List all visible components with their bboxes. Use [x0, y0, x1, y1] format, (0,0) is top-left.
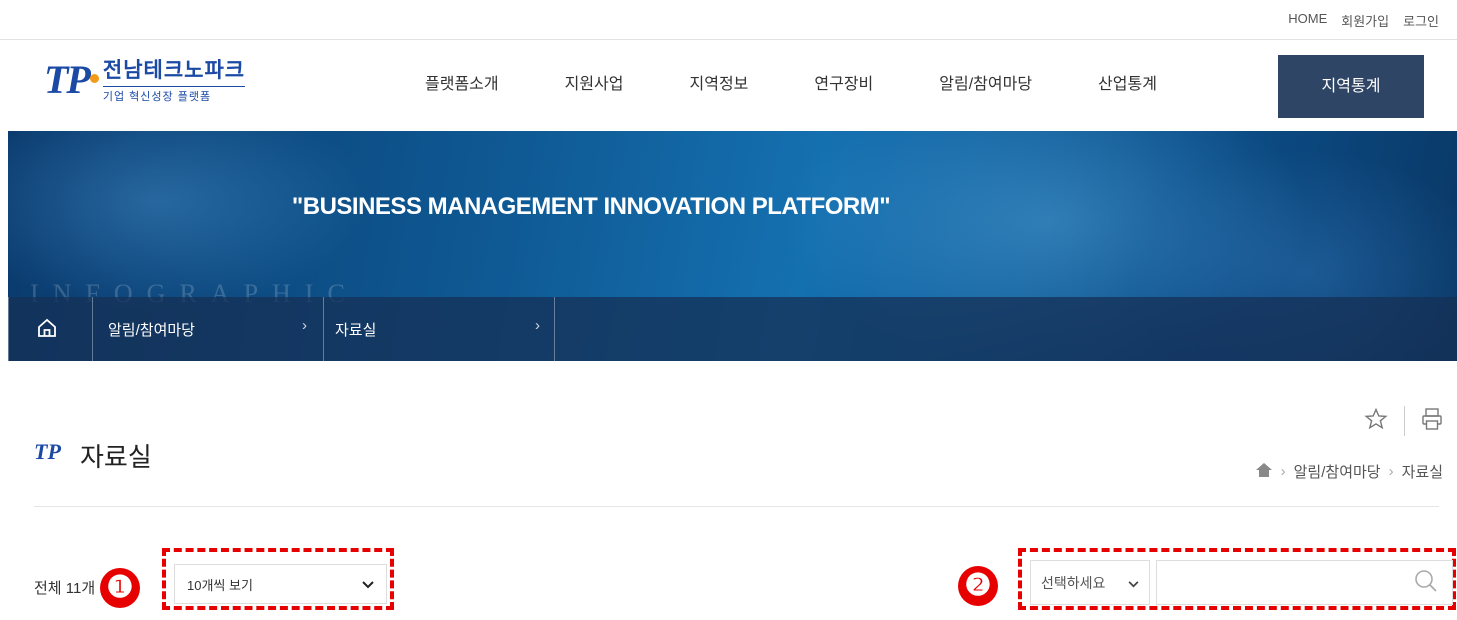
logo-mark: TP	[44, 56, 99, 103]
tool-divider	[1404, 406, 1405, 436]
nav-platform-intro[interactable]: 플랫폼소개	[392, 40, 532, 130]
logo-title: 전남테크노파크	[102, 59, 246, 82]
annotation-badge-1: ❶	[100, 568, 140, 608]
star-icon[interactable]	[1364, 407, 1388, 436]
home-icon[interactable]	[1255, 462, 1273, 482]
annotation-badge-2: ❷	[958, 566, 998, 606]
main-nav: 플랫폼소개 지원사업 지역정보 연구장비 알림/참여마당 산업통계 지역통계	[392, 40, 1424, 130]
signup-link[interactable]: 회원가입	[1341, 11, 1389, 30]
search-field-select[interactable]: 선택하세요	[1030, 560, 1150, 605]
search-icon[interactable]	[1413, 568, 1443, 598]
page-size-value: 10개씩 보기	[187, 577, 253, 593]
chevron-right-icon: ›	[302, 317, 307, 334]
site-header: TP 전남테크노파크 기업 혁신성장 플랫폼 플랫폼소개 지원사업 지역정보 연…	[0, 40, 1457, 131]
total-count: 전체 11개	[34, 580, 96, 597]
breadcrumb-notice[interactable]: 알림/참여마당	[108, 319, 195, 340]
nav-industry-statistics[interactable]: 산업통계	[1065, 40, 1190, 130]
login-link[interactable]: 로그인	[1403, 11, 1439, 30]
location-archive[interactable]: 자료실	[1402, 461, 1443, 482]
location-notice[interactable]: 알림/참여마당	[1294, 461, 1381, 482]
nav-support-projects[interactable]: 지원사업	[532, 40, 657, 130]
banner-slogan: "BUSINESS MANAGEMENT INNOVATION PLATFORM…	[291, 193, 891, 220]
page-size-select[interactable]: 10개씩 보기	[174, 564, 387, 604]
home-link[interactable]: HOME	[1288, 11, 1327, 30]
nav-regional-info[interactable]: 지역정보	[657, 40, 782, 130]
chevron-right-icon: ›	[1388, 463, 1394, 480]
utility-links: HOME 회원가입 로그인	[1288, 11, 1439, 30]
site-logo[interactable]: TP 전남테크노파크 기업 혁신성장 플랫폼	[44, 54, 246, 104]
page-tools	[1364, 406, 1443, 436]
chevron-right-icon: ›	[535, 317, 540, 334]
chevron-right-icon: ›	[1280, 463, 1286, 480]
breadcrumb-archive[interactable]: 자료실	[335, 319, 376, 340]
divider	[34, 506, 1439, 507]
home-icon[interactable]	[36, 317, 96, 361]
tp-logo-icon: TP	[34, 439, 61, 464]
banner-breadcrumb: 알림/참여마당 › 자료실 ›	[8, 297, 1457, 361]
search-field-value: 선택하세요	[1041, 574, 1106, 591]
nav-notice-participation[interactable]: 알림/참여마당	[906, 40, 1065, 130]
print-icon[interactable]	[1421, 407, 1443, 436]
search-input[interactable]	[1156, 560, 1453, 605]
nav-research-equipment[interactable]: 연구장비	[781, 40, 906, 130]
chevron-down-icon	[1128, 575, 1139, 591]
nav-regional-statistics[interactable]: 지역통계	[1278, 55, 1424, 118]
page-title: 자료실	[80, 442, 152, 472]
utility-bar: HOME 회원가입 로그인	[0, 0, 1457, 40]
logo-subtitle: 기업 혁신성장 플랫폼	[102, 86, 246, 104]
chevron-down-icon	[362, 577, 374, 592]
logo-text: 전남테크노파크 기업 혁신성장 플랫폼	[102, 54, 246, 104]
hero-banner: "BUSINESS MANAGEMENT INNOVATION PLATFORM…	[8, 131, 1457, 361]
location-breadcrumb: › 알림/참여마당 › 자료실	[1255, 461, 1443, 482]
